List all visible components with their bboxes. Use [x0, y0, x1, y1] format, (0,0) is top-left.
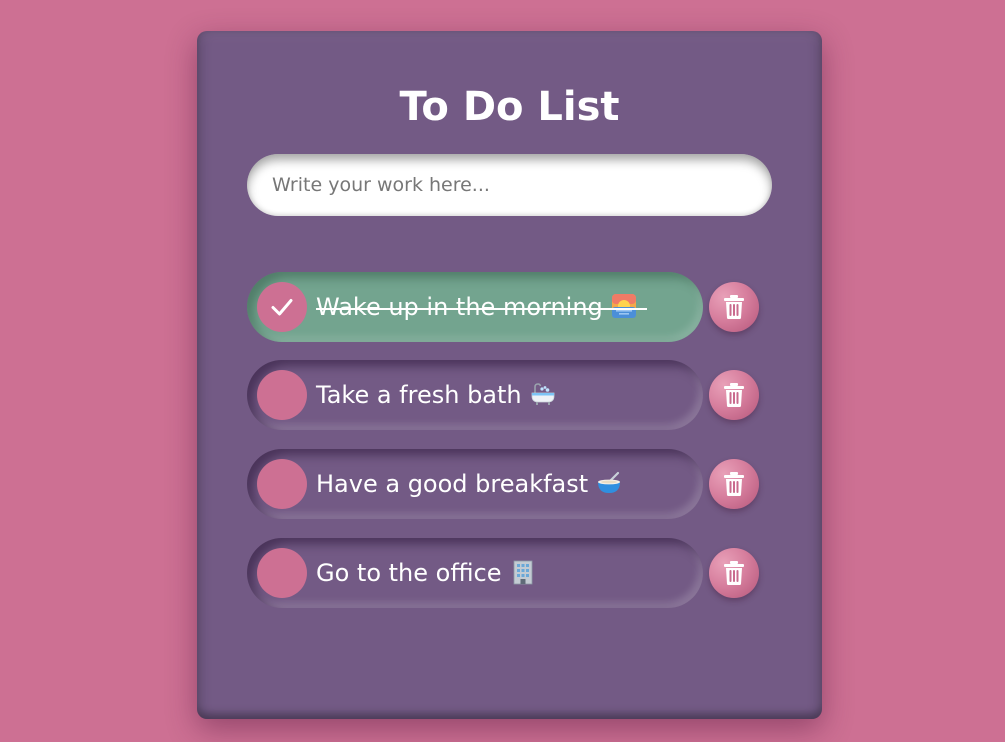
- task-toggle[interactable]: [257, 282, 307, 332]
- task-toggle[interactable]: [257, 459, 307, 509]
- todo-card: To Do List Wake up in the morning: [197, 31, 822, 719]
- task-row: Go to the office: [247, 538, 772, 608]
- task-label: Go to the office: [316, 538, 536, 608]
- task-input-wrapper: [247, 154, 772, 216]
- delete-button[interactable]: [709, 459, 759, 509]
- task-label: Have a good breakfast: [316, 449, 622, 519]
- delete-button[interactable]: [709, 282, 759, 332]
- bowl-with-spoon-icon: [596, 470, 622, 496]
- delete-button[interactable]: [709, 370, 759, 420]
- trash-icon: [724, 295, 744, 319]
- task-input[interactable]: [247, 154, 772, 216]
- bathtub-icon: [530, 381, 556, 407]
- task-toggle[interactable]: [257, 370, 307, 420]
- sunrise-over-water-icon: [611, 293, 637, 319]
- task-list: Wake up in the morning Take a fresh bath…: [247, 272, 772, 627]
- task-label: Take a fresh bath: [316, 360, 556, 430]
- trash-icon: [724, 383, 744, 407]
- delete-button[interactable]: [709, 548, 759, 598]
- checkmark-icon: [271, 299, 293, 316]
- task-toggle[interactable]: [257, 548, 307, 598]
- task-item[interactable]: Take a fresh bath: [247, 360, 703, 430]
- task-row: Have a good breakfast: [247, 449, 772, 519]
- task-item[interactable]: Have a good breakfast: [247, 449, 703, 519]
- task-row: Take a fresh bath: [247, 360, 772, 430]
- task-item[interactable]: Wake up in the morning: [247, 272, 703, 342]
- trash-icon: [724, 561, 744, 585]
- office-building-icon: [510, 559, 536, 585]
- strikethrough-line: [316, 308, 647, 310]
- trash-icon: [724, 472, 744, 496]
- task-label: Wake up in the morning: [316, 272, 637, 342]
- task-row: Wake up in the morning: [247, 272, 772, 342]
- app-title: To Do List: [399, 84, 620, 130]
- task-item[interactable]: Go to the office: [247, 538, 703, 608]
